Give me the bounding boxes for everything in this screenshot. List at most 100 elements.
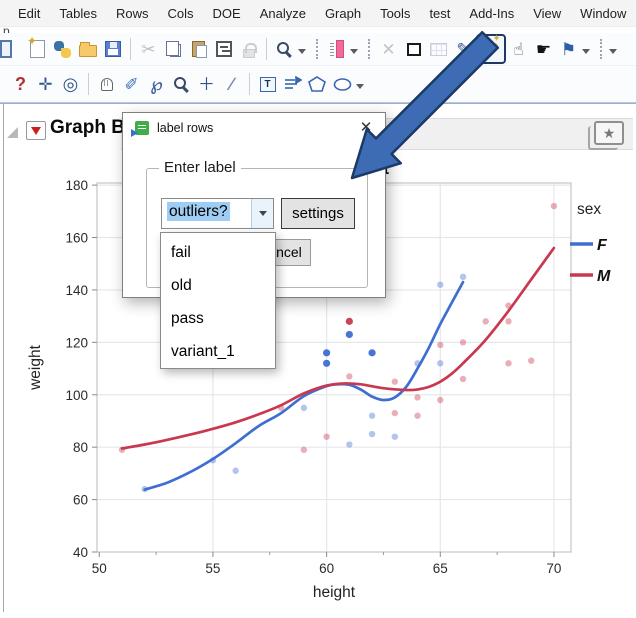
paste-icon — [192, 41, 207, 58]
lasso-tool-icon[interactable]: ℘ — [144, 72, 169, 97]
combobox-value[interactable]: outliers? — [162, 199, 251, 228]
svg-text:120: 120 — [65, 335, 88, 350]
preferences-icon[interactable] — [211, 37, 236, 62]
journal-icon[interactable] — [0, 37, 25, 62]
save-icon — [104, 41, 121, 57]
copy-icon[interactable] — [161, 37, 186, 62]
bookmark-star-icon[interactable]: ★ — [588, 121, 624, 150]
dropdown-caret-icon[interactable] — [298, 48, 306, 54]
polygon-annotation-icon[interactable] — [305, 72, 330, 97]
menu-item-window[interactable]: Window — [580, 6, 626, 21]
open-data-table-icon — [78, 42, 97, 57]
svg-text:M: M — [597, 268, 611, 285]
python-icon — [54, 40, 71, 58]
red-triangle-menu-button[interactable] — [26, 121, 46, 140]
dropdown-caret-icon[interactable] — [582, 48, 590, 54]
menu-item-test[interactable]: test — [429, 6, 450, 21]
new-script-icon[interactable] — [25, 35, 50, 62]
new-script-icon — [27, 35, 45, 58]
open-data-table-icon[interactable] — [75, 37, 100, 62]
menu-item-rows[interactable]: Rows — [116, 6, 149, 21]
dropdown-item-pass[interactable]: pass — [161, 302, 275, 335]
dropdown-item-old[interactable]: old — [161, 269, 275, 302]
oval-annotation-icon[interactable] — [330, 72, 355, 97]
svg-text:160: 160 — [65, 231, 88, 246]
save-icon[interactable] — [100, 37, 125, 62]
svg-text:weight: weight — [27, 344, 44, 390]
toolbar-handle[interactable] — [316, 39, 318, 59]
eraser-tool-icon[interactable]: ∕ — [219, 72, 244, 97]
rectangle-select-icon[interactable] — [401, 37, 426, 62]
dropdown-item-fail[interactable]: fail — [161, 236, 275, 269]
svg-text:140: 140 — [65, 283, 88, 298]
lock-icon[interactable] — [236, 37, 261, 62]
selection-hand-icon[interactable]: ☛ — [531, 37, 556, 62]
menu-item-view[interactable]: View — [533, 6, 561, 21]
disclosure-triangle-icon[interactable] — [7, 127, 18, 138]
crosshair-tool-icon[interactable]: ＋ — [194, 72, 219, 97]
close-icon[interactable]: ✕ — [355, 117, 377, 139]
svg-text:55: 55 — [205, 561, 220, 576]
menu-item-doe[interactable]: DOE — [213, 6, 241, 21]
recode-column-icon[interactable] — [324, 37, 349, 62]
journal-icon — [0, 40, 12, 58]
target-tool-icon[interactable]: ◎ — [58, 72, 83, 97]
toolbar-separator — [130, 38, 131, 60]
combobox-dropdown-list: fail old pass variant_1 — [160, 232, 276, 369]
menu-item-graph[interactable]: Graph — [325, 6, 361, 21]
label-tool-icon[interactable] — [476, 34, 506, 64]
move-tool-icon[interactable]: ✛ — [33, 72, 58, 97]
zoom-in-tool-icon[interactable] — [169, 72, 194, 97]
tools-toolbar: ? ✛ ◎ ✐ ℘ ＋ ∕ T — [0, 66, 636, 103]
svg-text:65: 65 — [433, 561, 448, 576]
text-annotation-icon: T — [259, 76, 276, 92]
dialog-titlebar[interactable]: label rows ✕ — [123, 113, 385, 143]
menu-item-tools[interactable]: Tools — [380, 6, 410, 21]
combobox-dropdown-button[interactable] — [251, 199, 273, 228]
hand-tool-icon[interactable] — [94, 72, 119, 97]
search-icon — [277, 41, 289, 54]
data-table-icon[interactable] — [426, 37, 451, 62]
search-icon[interactable] — [272, 37, 297, 62]
dropdown-caret-icon[interactable] — [356, 83, 364, 89]
svg-text:70: 70 — [546, 561, 561, 576]
group-label: Enter label — [159, 159, 241, 176]
cut-icon[interactable]: ✂ — [136, 37, 161, 62]
menu-item-cols[interactable]: Cols — [168, 6, 194, 21]
hand-tool-icon — [100, 77, 113, 91]
label-tool-icon — [484, 42, 498, 56]
dropdown-caret-icon[interactable] — [609, 48, 617, 54]
label-combobox[interactable]: outliers? — [161, 198, 274, 229]
toolbar-separator — [266, 38, 267, 60]
report-left-border — [3, 104, 4, 612]
toolbar-handle[interactable] — [600, 39, 602, 59]
rectangle-select-icon — [406, 42, 421, 56]
menu-item-analyze[interactable]: Analyze — [260, 6, 306, 21]
paste-icon[interactable] — [186, 37, 211, 62]
menu-item-tables[interactable]: Tables — [59, 6, 97, 21]
flag-tool-icon[interactable]: ⚑ — [556, 37, 581, 62]
brush-tool-icon[interactable]: ✐ — [119, 72, 144, 97]
script-icon — [131, 121, 149, 137]
toolbar-separator — [88, 73, 89, 95]
line-annotation-icon[interactable] — [280, 72, 305, 97]
preferences-icon — [215, 41, 232, 57]
toolbar-separator — [249, 73, 250, 95]
settings-button[interactable]: settings — [281, 198, 355, 229]
menu-item-add-ins[interactable]: Add-Ins — [469, 6, 514, 21]
svg-text:100: 100 — [65, 388, 88, 403]
dropdown-caret-icon[interactable] — [350, 48, 358, 54]
toolbar-handle[interactable] — [368, 39, 370, 59]
annotate-icon[interactable]: ✎ — [451, 37, 476, 62]
clear-selection-icon[interactable]: ✕ — [376, 37, 401, 62]
main-toolbar: ✂ ✕ ✎ ☝☛⚑ — [0, 33, 636, 66]
dropdown-item-variant_1[interactable]: variant_1 — [161, 335, 275, 368]
grabber-hand-icon[interactable]: ☝ — [506, 37, 531, 62]
svg-text:60: 60 — [319, 561, 334, 576]
text-annotation-icon[interactable]: T — [255, 72, 280, 97]
help-tool-icon[interactable]: ? — [8, 72, 33, 97]
menu-item-edit[interactable]: Edit — [18, 6, 40, 21]
copy-icon — [166, 41, 181, 57]
svg-text:40: 40 — [73, 545, 88, 560]
python-icon[interactable] — [50, 37, 75, 62]
